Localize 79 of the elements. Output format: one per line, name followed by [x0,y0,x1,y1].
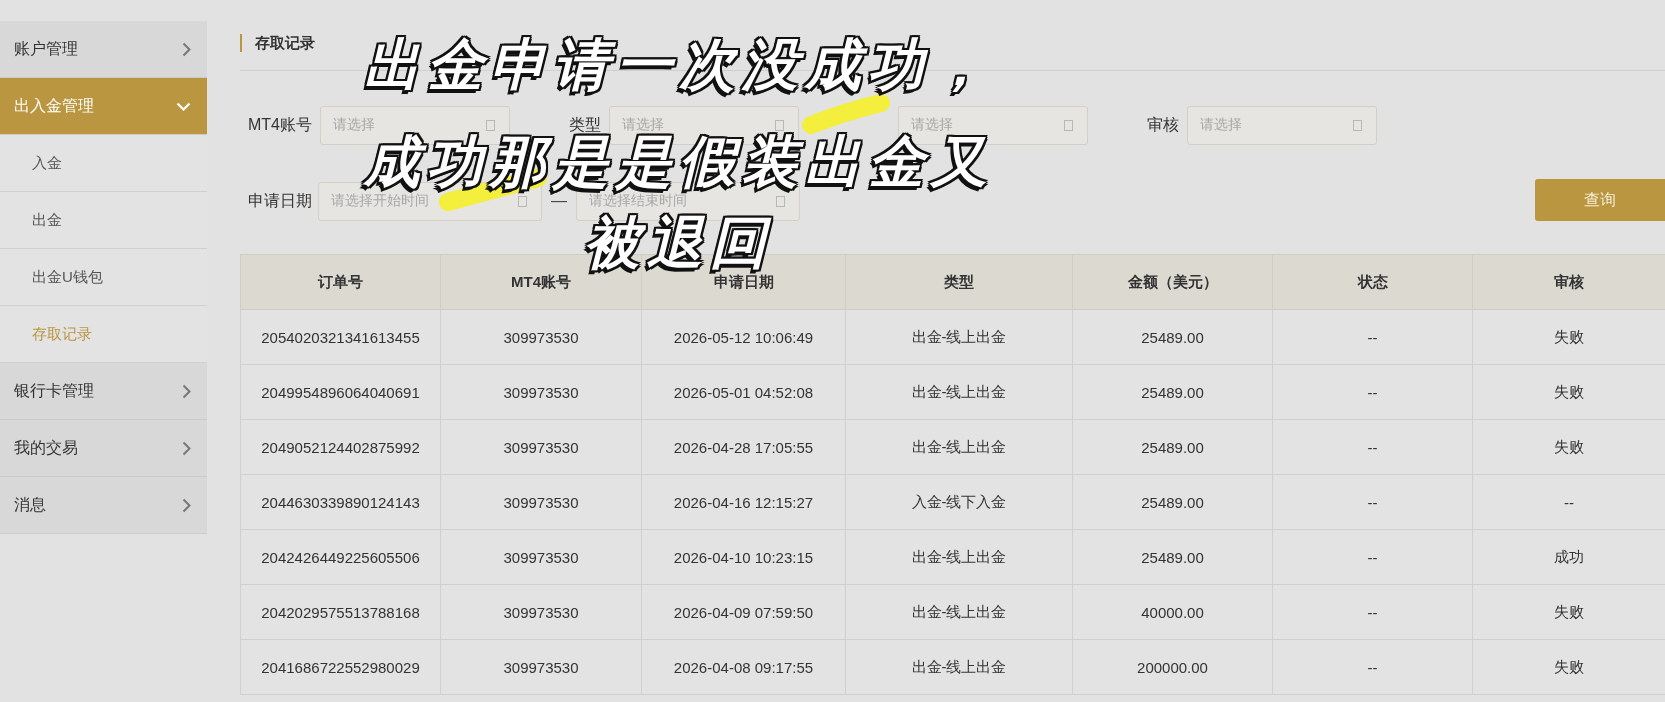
table-cell: 25489.00 [1072,419,1273,475]
table-cell: 2042029575513788168 [240,584,441,640]
column-header: 审核 [1472,254,1665,310]
select-field[interactable]: 请选择 [1187,105,1377,145]
table-cell: 失败 [1472,639,1665,695]
column-header: 订单号 [240,254,441,310]
table-cell: 出金-线上出金 [845,639,1073,695]
field-label: 申请日期 [248,190,312,211]
table-cell: 失败 [1472,584,1665,640]
table-cell: 200000.00 [1072,639,1273,695]
table-cell: 2049954896064040691 [240,364,441,420]
table-cell: -- [1272,529,1473,585]
table-cell: 40000.00 [1072,584,1273,640]
table-cell: 2041686722552980029 [240,639,441,695]
table-cell: 2026-04-08 09:17:55 [641,639,846,695]
square-outline-icon [776,195,785,207]
sidebar-item[interactable]: 银行卡管理 [0,363,207,420]
table-cell: 25489.00 [1072,364,1273,420]
table-cell: 2054020321341613455 [240,309,441,365]
table-cell: 出金-线上出金 [845,529,1073,585]
table-cell: 出金-线上出金 [845,584,1073,640]
table-cell: 25489.00 [1072,309,1273,365]
sidebar-item[interactable]: 我的交易 [0,420,207,477]
table-cell: 2026-05-01 04:52:08 [641,364,846,420]
table-cell: 出金-线上出金 [845,309,1073,365]
table-cell: 2044630339890124143 [240,474,441,530]
field-label: MT4账号 [248,114,312,135]
table-cell: 309973530 [440,419,642,475]
chevron-right-icon [182,383,191,399]
sidebar-item[interactable]: 出入金管理 [0,78,207,135]
highlighter-stroke-icon [800,92,892,136]
table-cell: 2026-05-12 10:06:49 [641,309,846,365]
chevron-right-icon [182,497,191,513]
square-outline-icon [1353,119,1362,131]
square-outline-icon [1064,119,1073,131]
table-cell: 25489.00 [1072,474,1273,530]
table-cell: -- [1272,364,1473,420]
table-cell: 309973530 [440,529,642,585]
field-label: 类型 [569,114,601,135]
table-cell: -- [1272,309,1473,365]
page-title: 存取记录 [240,34,315,52]
field-label: 审核 [1147,114,1179,135]
table-cell: 309973530 [440,309,642,365]
table-cell: 失败 [1472,419,1665,475]
square-outline-icon [486,119,495,131]
table-cell: 出金-线上出金 [845,364,1073,420]
table-cell: -- [1272,419,1473,475]
range-separator: — [551,192,567,210]
table-cell: 2026-04-28 17:05:55 [641,419,846,475]
table-cell: 入金-线下入金 [845,474,1073,530]
chevron-right-icon [182,440,191,456]
table-cell: 失败 [1472,364,1665,420]
table-cell: -- [1272,474,1473,530]
table-cell: 309973530 [440,639,642,695]
table-cell: 309973530 [440,364,642,420]
chevron-down-icon [176,101,191,111]
table-cell: 2026-04-16 12:15:27 [641,474,846,530]
table-cell: 2042426449225605506 [240,529,441,585]
table-cell: 出金-线上出金 [845,419,1073,475]
table-cell: 309973530 [440,474,642,530]
table-cell: 2026-04-10 10:23:15 [641,529,846,585]
chevron-right-icon [182,41,191,57]
query-button[interactable]: 查询 [1535,179,1665,221]
column-header: 类型 [845,254,1073,310]
table-cell: 25489.00 [1072,529,1273,585]
square-outline-icon [775,119,784,131]
table-cell: 2026-04-09 07:59:50 [641,584,846,640]
table-cell: 成功 [1472,529,1665,585]
column-header: 金额（美元） [1072,254,1273,310]
table-cell: 309973530 [440,584,642,640]
table-cell: 失败 [1472,309,1665,365]
table-cell: -- [1272,639,1473,695]
table-cell: 2049052124402875992 [240,419,441,475]
square-outline-icon [518,195,527,207]
table-cell: -- [1272,584,1473,640]
table-cell: -- [1472,474,1665,530]
column-header: 状态 [1272,254,1473,310]
sidebar-item[interactable]: 消息 [0,477,207,534]
sidebar-item[interactable]: 账户管理 [0,21,207,78]
